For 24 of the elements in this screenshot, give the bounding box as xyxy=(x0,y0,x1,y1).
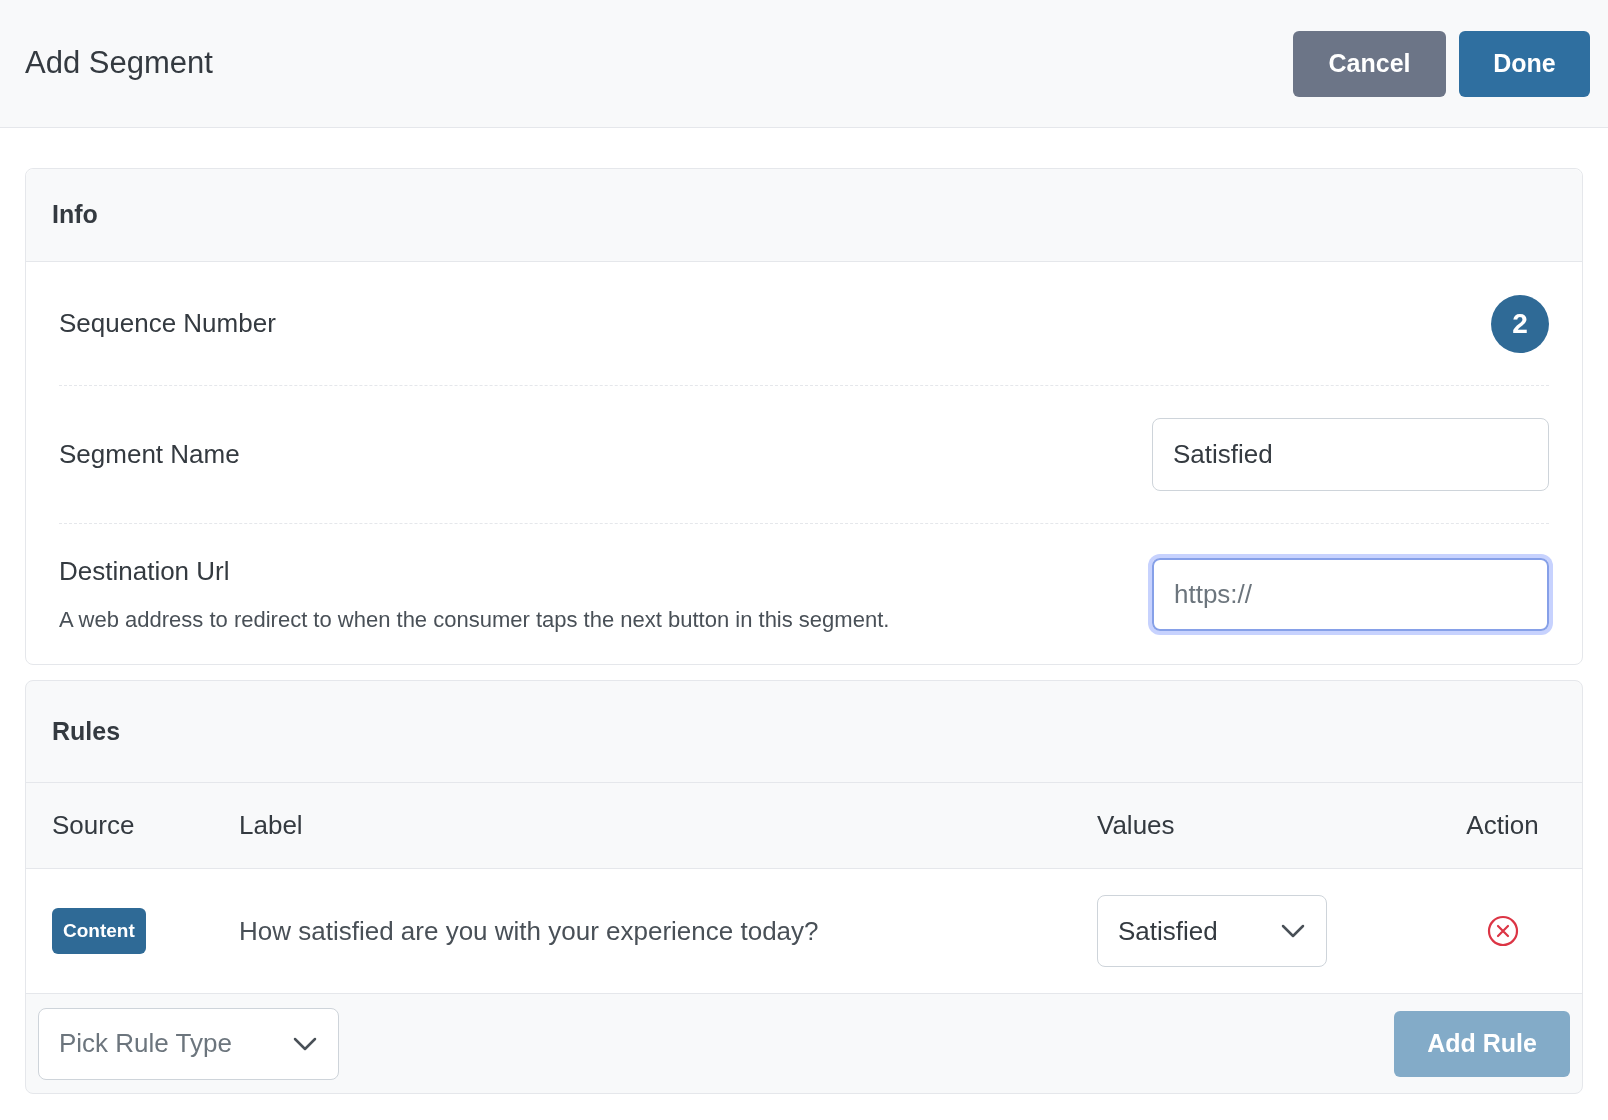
chevron-down-icon xyxy=(292,1035,318,1052)
column-header: Values xyxy=(1097,809,1176,842)
cancel-button[interactable]: Cancel xyxy=(1293,30,1446,97)
field-label: Sequence Number xyxy=(59,307,276,340)
field-description: A web address to redirect to when the consumer taps the next button in this segment. xyxy=(59,606,890,634)
done-button[interactable]: Done xyxy=(1459,30,1590,97)
page-title: Add Segment xyxy=(25,44,213,83)
chevron-down-icon xyxy=(1280,923,1306,939)
column-header: Action xyxy=(1466,809,1539,842)
segment-name-input[interactable]: Satisfied xyxy=(1152,418,1549,491)
column-header: Label xyxy=(239,809,304,842)
section-title: Rules xyxy=(52,715,121,747)
sequence-number-badge: 2 xyxy=(1491,294,1549,353)
field-label: Destination Url xyxy=(59,555,231,588)
rule-type-dropdown[interactable]: Pick Rule Type xyxy=(38,1007,339,1080)
remove-icon[interactable] xyxy=(1486,915,1519,947)
dropdown-value: Satisfied xyxy=(1118,914,1218,948)
table-cell-text: How satisfied are you with your experience today? xyxy=(239,914,820,948)
values-dropdown[interactable]: Satisfied xyxy=(1097,895,1327,967)
section-title: Info xyxy=(52,199,98,231)
field-label: Segment Name xyxy=(59,438,240,471)
column-header: Source xyxy=(52,809,136,842)
source-tag: Content xyxy=(52,907,146,955)
dropdown-placeholder: Pick Rule Type xyxy=(59,1027,232,1060)
